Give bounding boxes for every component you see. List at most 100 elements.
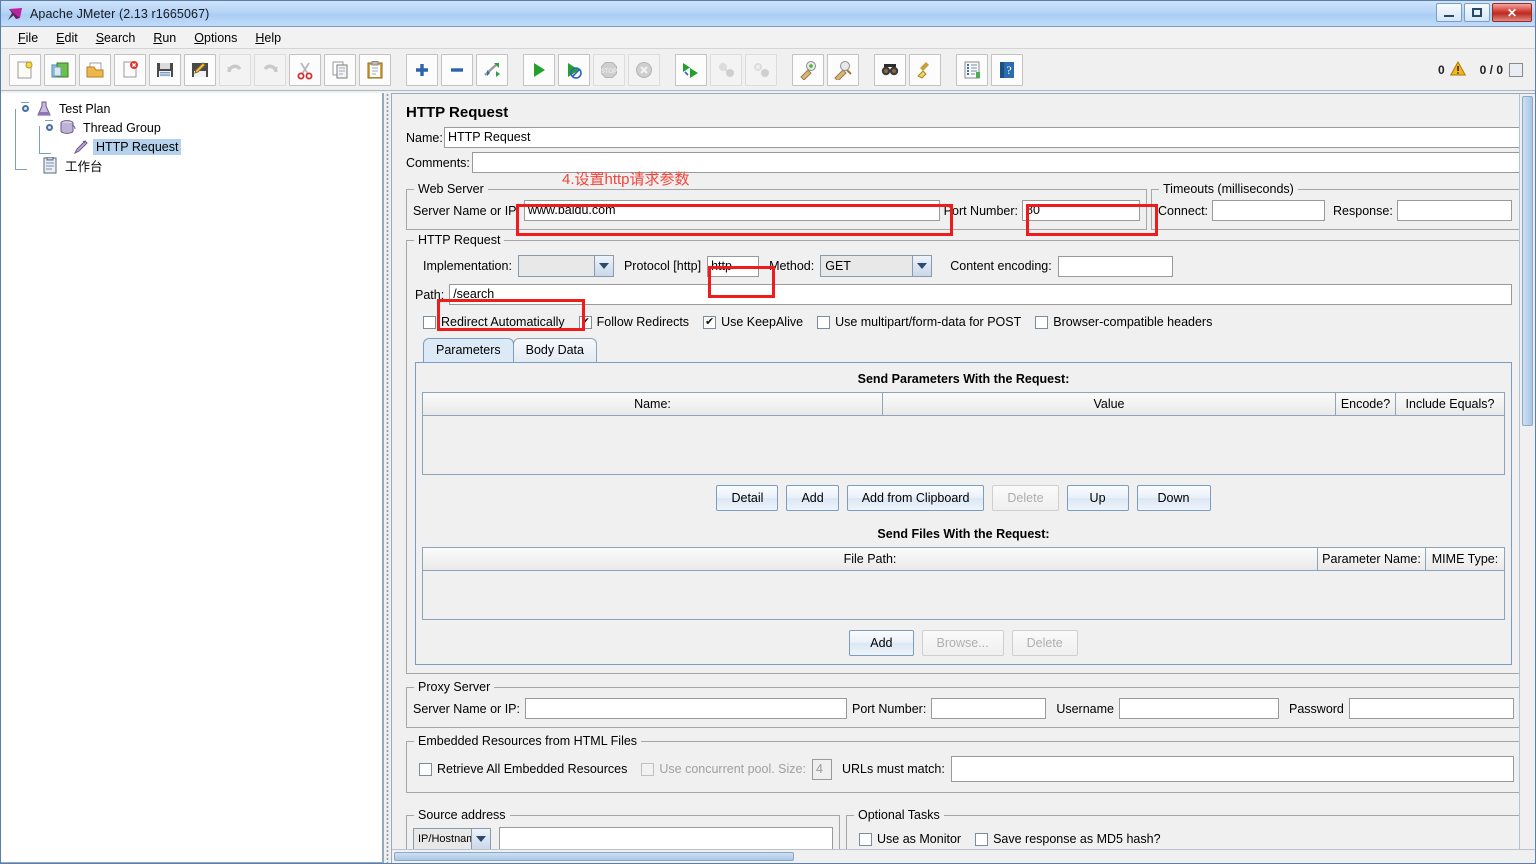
- server-name-input[interactable]: www.baidu.com: [523, 200, 940, 221]
- collapse-all-icon[interactable]: [441, 53, 473, 86]
- column-header-parameter-name[interactable]: Parameter Name:: [1318, 548, 1426, 570]
- tree-node-http-request[interactable]: HTTP Request: [11, 137, 382, 156]
- column-header-mime-type[interactable]: MIME Type:: [1426, 548, 1504, 570]
- cut-icon[interactable]: [289, 53, 321, 86]
- checkbox-box[interactable]: [1035, 315, 1049, 329]
- parameters-add-button[interactable]: Add: [786, 485, 839, 511]
- proxy-port-input[interactable]: [931, 698, 1047, 719]
- menu-file[interactable]: File: [9, 29, 47, 47]
- proxy-server-name-input[interactable]: [524, 698, 847, 719]
- clear-all-icon[interactable]: [827, 53, 859, 86]
- checkbox-box[interactable]: [859, 832, 872, 846]
- chevron-down-icon[interactable]: [471, 829, 490, 849]
- proxy-password-input[interactable]: [1348, 698, 1514, 719]
- parameters-table[interactable]: Name: Value Encode? Include Equals?: [422, 392, 1505, 475]
- tree-node-thread-group[interactable]: Thread Group: [11, 118, 382, 137]
- copy-icon[interactable]: [324, 53, 356, 86]
- menu-help[interactable]: Help: [246, 29, 290, 47]
- remote-start-all-icon[interactable]: [675, 53, 707, 86]
- checkbox-box[interactable]: [817, 315, 831, 329]
- column-header-encode[interactable]: Encode?: [1336, 393, 1396, 415]
- checkbox-box[interactable]: ✔: [703, 315, 717, 329]
- expand-handle-icon[interactable]: [44, 122, 55, 133]
- paste-icon[interactable]: [359, 53, 391, 86]
- horizontal-scrollbar-thumb[interactable]: [394, 852, 794, 861]
- chevron-down-icon[interactable]: [912, 256, 932, 276]
- source-address-type-select[interactable]: IP/Hostname: [413, 828, 491, 850]
- checkbox-retrieve-all-embedded[interactable]: Retrieve All Embedded Resources: [419, 762, 627, 776]
- menu-search[interactable]: Search: [87, 29, 145, 47]
- checkbox-use-keepalive[interactable]: ✔ Use KeepAlive: [703, 315, 803, 329]
- close-button[interactable]: ✕: [1492, 3, 1532, 22]
- port-number-input[interactable]: 80: [1022, 200, 1140, 221]
- split-divider[interactable]: [383, 93, 392, 863]
- checkbox-follow-redirects[interactable]: ✔ Follow Redirects: [578, 315, 689, 329]
- maximize-button[interactable]: [1464, 3, 1490, 22]
- files-add-button[interactable]: Add: [849, 630, 914, 656]
- tree-node-test-plan[interactable]: Test Plan: [11, 99, 382, 118]
- parameters-add-from-clipboard-button[interactable]: Add from Clipboard: [846, 485, 985, 511]
- column-header-include-equals[interactable]: Include Equals?: [1396, 393, 1504, 415]
- checkbox-use-as-monitor[interactable]: Use as Monitor: [859, 832, 961, 846]
- checkbox-box[interactable]: [423, 315, 436, 329]
- minimize-button[interactable]: [1436, 3, 1462, 22]
- open-icon[interactable]: [79, 53, 111, 86]
- vertical-scrollbar[interactable]: [1519, 94, 1535, 863]
- function-helper-icon[interactable]: [956, 53, 988, 86]
- checkbox-box[interactable]: [975, 832, 989, 846]
- parameters-detail-button[interactable]: Detail: [716, 485, 779, 511]
- toolbar: STOP ? 0 0 / 0: [1, 49, 1535, 91]
- parameters-down-button[interactable]: Down: [1136, 485, 1211, 511]
- expand-handle-icon[interactable]: [20, 103, 31, 114]
- proxy-username-input[interactable]: [1119, 698, 1279, 719]
- menu-edit[interactable]: Edit: [47, 29, 87, 47]
- checkbox-save-response-md5[interactable]: Save response as MD5 hash?: [975, 832, 1161, 846]
- method-select[interactable]: GET: [820, 255, 933, 277]
- checkbox-redirect-automatically[interactable]: Redirect Automatically: [423, 315, 565, 329]
- parameters-table-body[interactable]: [423, 416, 1504, 474]
- close-icon[interactable]: [114, 53, 146, 86]
- implementation-select[interactable]: [517, 255, 614, 277]
- connect-timeout-input[interactable]: [1212, 200, 1326, 221]
- path-input[interactable]: /search: [449, 284, 1512, 305]
- response-timeout-input[interactable]: [1396, 200, 1512, 221]
- content-encoding-input[interactable]: [1057, 255, 1173, 277]
- new-icon[interactable]: [9, 53, 41, 86]
- urls-must-match-input[interactable]: [950, 756, 1514, 782]
- column-header-file-path[interactable]: File Path:: [423, 548, 1318, 570]
- save-icon[interactable]: [149, 53, 181, 86]
- start-icon[interactable]: [523, 53, 555, 86]
- parameters-up-button[interactable]: Up: [1066, 485, 1129, 511]
- clear-icon[interactable]: [792, 53, 824, 86]
- files-table[interactable]: File Path: Parameter Name: MIME Type:: [422, 547, 1505, 620]
- vertical-scrollbar-thumb[interactable]: [1522, 96, 1533, 426]
- templates-icon[interactable]: [44, 53, 76, 86]
- checkbox-label: Use KeepAlive: [721, 315, 804, 329]
- column-header-name[interactable]: Name:: [423, 393, 883, 415]
- search-icon[interactable]: [874, 53, 906, 86]
- name-input[interactable]: HTTP Request: [444, 127, 1521, 148]
- source-address-input[interactable]: [499, 827, 833, 851]
- svg-text:STOP: STOP: [601, 69, 617, 75]
- warning-indicator[interactable]: 0: [1438, 60, 1466, 79]
- column-header-value[interactable]: Value: [883, 393, 1336, 415]
- menu-options[interactable]: Options: [185, 29, 246, 47]
- protocol-input[interactable]: http: [707, 255, 760, 277]
- checkbox-browser-compatible-headers[interactable]: Browser-compatible headers: [1035, 315, 1212, 329]
- toggle-icon[interactable]: [476, 53, 508, 86]
- horizontal-scrollbar[interactable]: [392, 849, 1535, 863]
- start-no-timers-icon[interactable]: [558, 53, 590, 86]
- save-as-icon[interactable]: [184, 53, 216, 86]
- tab-body-data[interactable]: Body Data: [512, 338, 597, 362]
- checkbox-use-multipart[interactable]: Use multipart/form-data for POST: [817, 315, 1021, 329]
- help-icon[interactable]: ?: [991, 53, 1023, 86]
- checkbox-box[interactable]: ✔: [578, 315, 592, 329]
- menu-run[interactable]: Run: [144, 29, 185, 47]
- tree-node-workbench[interactable]: 工作台: [11, 156, 382, 175]
- expand-all-icon[interactable]: [406, 53, 438, 86]
- tab-parameters[interactable]: Parameters: [423, 338, 514, 362]
- files-table-body[interactable]: [423, 571, 1504, 619]
- checkbox-box[interactable]: [419, 762, 432, 776]
- search-reset-icon[interactable]: [909, 53, 941, 86]
- chevron-down-icon[interactable]: [593, 256, 613, 276]
